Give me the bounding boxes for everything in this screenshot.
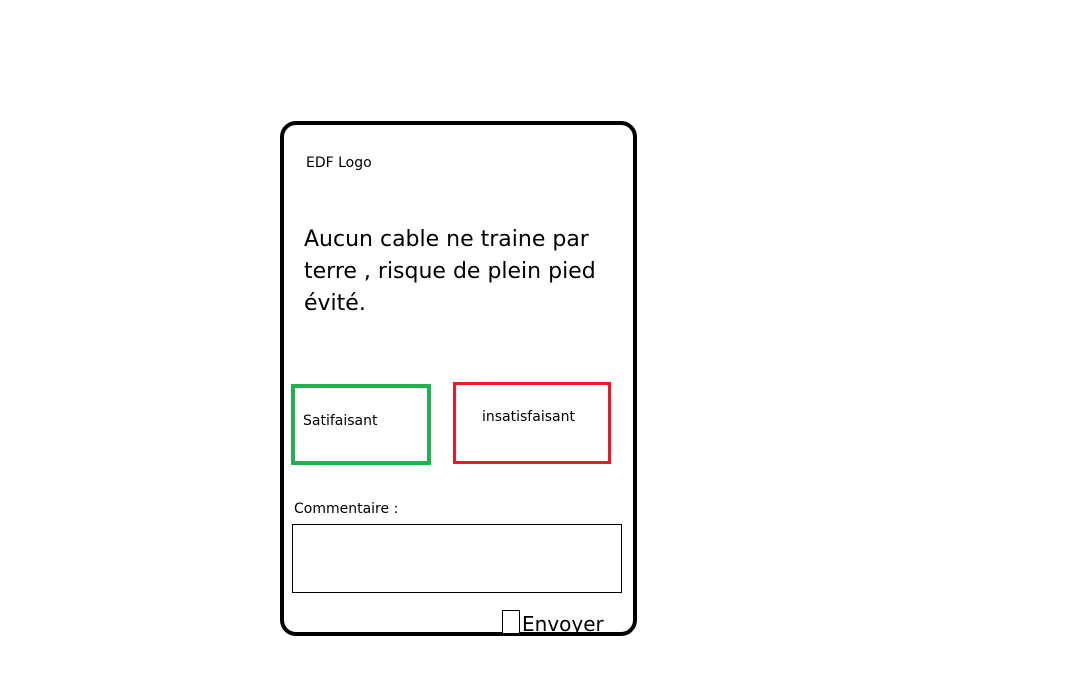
send-checkbox[interactable] [502,610,520,634]
question-text: Aucun cable ne traine par terre , risque… [304,227,596,316]
comment-label: Commentaire : [294,501,399,517]
unsatisfied-button-label: insatisfaisant [482,409,575,425]
send-label[interactable]: Envoyer [522,611,604,637]
satisfied-button-label: Satifaisant [303,413,378,429]
comment-textarea[interactable] [292,524,622,593]
edf-logo-placeholder: EDF Logo [306,155,372,171]
